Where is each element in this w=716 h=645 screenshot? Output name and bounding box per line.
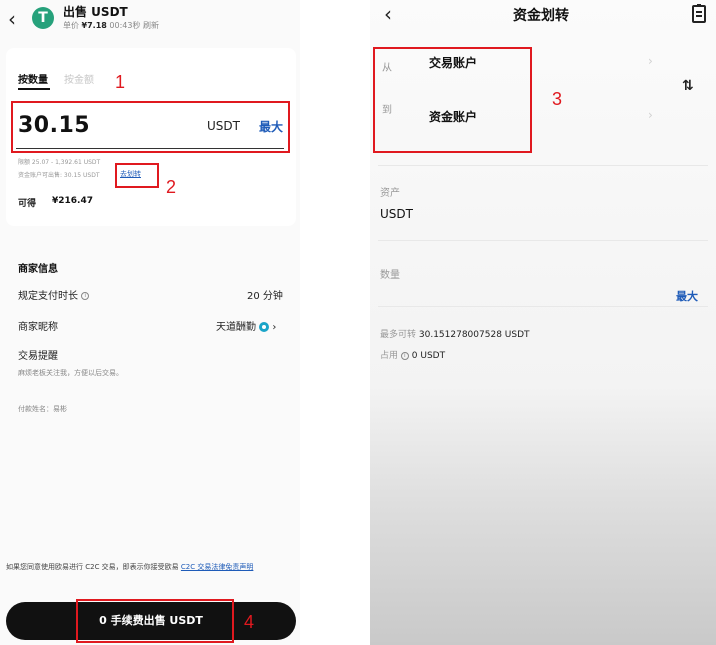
asset-selector[interactable]: USDT bbox=[380, 207, 413, 221]
payer-name: 付款姓名：易彬 bbox=[18, 405, 67, 413]
receive-value: ¥216.47 bbox=[52, 196, 93, 206]
annotation-box-3 bbox=[373, 47, 532, 153]
info-icon[interactable]: i bbox=[81, 292, 90, 300]
back-chevron-icon[interactable]: ‹ bbox=[384, 4, 392, 24]
chevron-right-icon: › bbox=[648, 108, 653, 122]
chevron-right-icon: › bbox=[272, 322, 277, 333]
left-screen-sell-usdt: ‹ T 出售 USDT 单价 ¥7.18 00:43秒 刷新 按数量 按金额 3… bbox=[0, 0, 300, 645]
back-chevron-icon[interactable]: ‹ bbox=[8, 9, 16, 29]
price-label: 单价 bbox=[63, 21, 79, 30]
divider bbox=[378, 240, 708, 241]
swap-accounts-icon[interactable]: ⇅ bbox=[682, 78, 694, 94]
reminder-text: 麻烦老板关注我，方便以后交易。 bbox=[18, 369, 123, 377]
quantity-label: 数量 bbox=[380, 270, 400, 281]
chevron-right-icon: › bbox=[648, 54, 653, 68]
annotation-box-4 bbox=[76, 599, 234, 643]
nickname-label: 商家昵称 bbox=[18, 322, 58, 333]
clipboard-icon[interactable] bbox=[692, 4, 706, 23]
usdt-coin-icon: T bbox=[32, 7, 54, 29]
annotation-number-3: 3 bbox=[552, 89, 563, 109]
payment-time-value: 20 分钟 bbox=[247, 291, 283, 302]
sell-header: ‹ T 出售 USDT 单价 ¥7.18 00:43秒 刷新 bbox=[0, 0, 300, 40]
quantity-input-underline bbox=[378, 306, 708, 307]
annotation-box-1 bbox=[11, 101, 290, 153]
max-button[interactable]: 最大 bbox=[676, 288, 698, 304]
refresh-timer: 00:43秒 刷新 bbox=[109, 21, 160, 30]
page-title: 资金划转 bbox=[513, 8, 569, 24]
reminder-label: 交易提醒 bbox=[18, 351, 58, 362]
right-screen-fund-transfer: ‹ 资金划转 从 交易账户 › 到 资金账户 › ⇅ 资产 USDT 数量 最大… bbox=[370, 0, 716, 645]
max-transferable: 最多可转 30.151278007528 USDT bbox=[380, 330, 530, 340]
tab-by-quantity[interactable]: 按数量 bbox=[18, 71, 48, 86]
legal-disclaimer: 如果您同意使用欧易进行 C2C 交易，即表示你接受欧易 C2C 交易法律免责声明 bbox=[6, 563, 254, 571]
verified-badge-icon bbox=[259, 322, 270, 332]
page-title: 出售 USDT bbox=[63, 5, 128, 19]
annotation-number-2: 2 bbox=[166, 177, 177, 197]
limit-text: 限额 25.07 - 1,392.61 USDT bbox=[18, 159, 101, 166]
annotation-number-4: 4 bbox=[244, 612, 255, 632]
divider bbox=[378, 165, 708, 166]
disclaimer-link[interactable]: C2C 交易法律免责声明 bbox=[181, 563, 253, 571]
info-icon[interactable]: i bbox=[400, 351, 409, 360]
payment-time-label: 规定支付时长 i bbox=[18, 287, 90, 302]
merchant-nickname[interactable]: 天道酬勤 › bbox=[216, 318, 276, 333]
price-value: ¥7.18 bbox=[81, 21, 107, 30]
receive-label: 可得 bbox=[18, 199, 37, 209]
merchant-section-title: 商家信息 bbox=[18, 264, 58, 275]
available-text: 资金账户可出售: 30.15 USDT bbox=[18, 172, 100, 179]
occupied-amount: 占用 i 0 USDT bbox=[380, 351, 446, 361]
annotation-box-2 bbox=[115, 163, 159, 188]
asset-label: 资产 bbox=[380, 188, 400, 199]
annotation-number-1: 1 bbox=[115, 72, 126, 92]
active-tab-indicator bbox=[18, 88, 50, 90]
price-line: 单价 ¥7.18 00:43秒 刷新 bbox=[63, 20, 159, 31]
tab-by-amount[interactable]: 按金额 bbox=[64, 71, 94, 86]
